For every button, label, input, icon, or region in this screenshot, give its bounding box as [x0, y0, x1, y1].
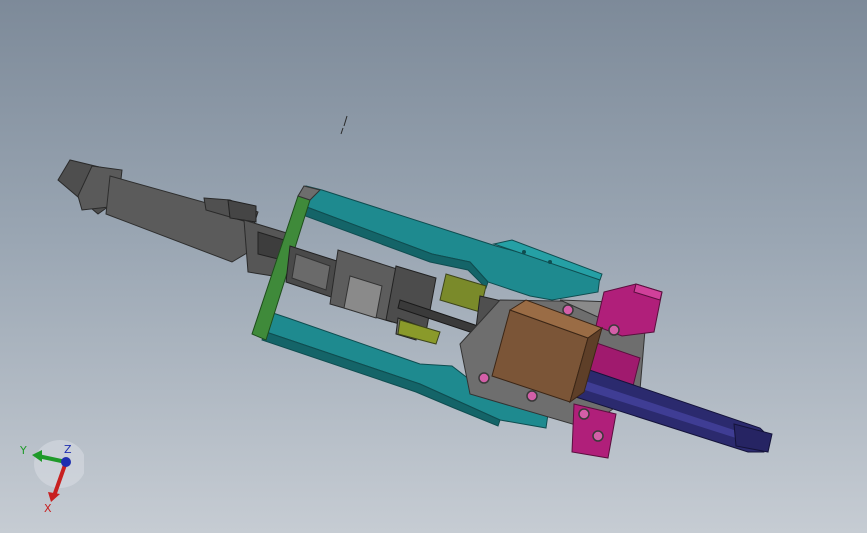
sketch-marks — [340, 115, 348, 135]
cylinder-fitting — [227, 199, 257, 223]
orientation-triad[interactable]: Y Z X — [14, 440, 84, 520]
x-axis-arrow-icon — [48, 492, 60, 502]
bolt-6 — [592, 430, 604, 442]
bolt-4 — [526, 390, 538, 402]
cad-model-assembly[interactable] — [0, 0, 867, 533]
bolt-1 — [562, 304, 574, 316]
triad-label-y: Y — [19, 444, 27, 457]
cylinder-barrel — [105, 175, 253, 263]
bracket-hole-2 — [548, 260, 552, 264]
triad-label-x: X — [44, 502, 52, 515]
bolt-3 — [478, 372, 490, 384]
air-cylinder[interactable] — [57, 159, 291, 279]
bolt-5 — [578, 408, 590, 420]
triad-label-z: Z — [64, 443, 72, 456]
cad-viewport[interactable]: Y Z X — [0, 0, 867, 533]
bracket-hole-1 — [522, 250, 526, 254]
bolt-2 — [608, 324, 620, 336]
z-axis-icon — [61, 457, 71, 467]
